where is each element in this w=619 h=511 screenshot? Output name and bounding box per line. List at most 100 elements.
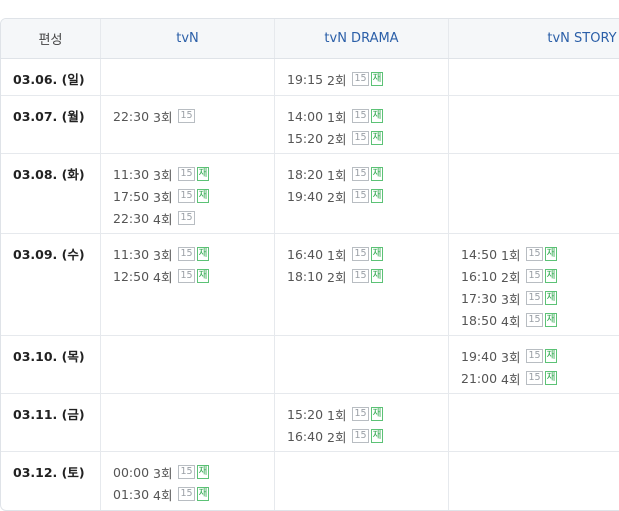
drama-cell [275,336,449,393]
broadcast-slot[interactable]: 19:15 2회 15 재 [287,68,448,90]
table-header: 편성 tvN tvN DRAMA tvN STORY [1,19,619,59]
slot-episode: 2회 [501,269,521,285]
age-rating-badge: 15 [178,167,195,181]
slot-time: 00:00 [113,464,150,480]
drama-cell: 14:00 1회 15 재 15:20 2회 15 재 [275,96,449,153]
slot-time: 22:30 [113,210,150,226]
age-rating-badge: 15 [352,429,369,443]
slot-time: 19:15 [287,71,324,87]
broadcast-slot[interactable]: 22:30 3회 15 [113,105,274,127]
age-rating-badge: 15 [178,109,195,123]
rerun-badge: 재 [370,167,384,181]
rerun-badge: 재 [370,407,384,421]
age-rating-badge: 15 [352,407,369,421]
broadcast-slot[interactable]: 15:20 2회 15 재 [287,127,448,149]
slot-time: 15:20 [287,406,324,422]
date-cell: 03.10. (목) [1,336,101,393]
slot-time: 22:30 [113,108,150,124]
slot-episode: 3회 [153,465,173,481]
header-schedule: 편성 [1,19,101,58]
rerun-badge: 재 [370,247,384,261]
age-rating-badge: 15 [526,349,543,363]
age-rating-badge: 15 [352,72,369,86]
tvn-cell: 22:30 3회 15 [101,96,275,153]
slot-episode: 3회 [153,109,173,125]
slot-episode: 4회 [153,269,173,285]
slot-time: 17:30 [461,290,498,306]
drama-cell [275,452,449,510]
date-cell: 03.11. (금) [1,394,101,451]
date-cell: 03.07. (월) [1,96,101,153]
broadcast-slot[interactable]: 17:30 3회 15 재 [461,287,619,309]
broadcast-schedule-table: 편성 tvN tvN DRAMA tvN STORY 03.06. (일) 19:… [0,18,619,511]
broadcast-slot[interactable]: 01:30 4회 15 재 [113,483,274,505]
slot-episode: 3회 [501,349,521,365]
age-rating-badge: 15 [352,189,369,203]
slot-episode: 1회 [501,247,521,263]
slot-time: 16:40 [287,246,324,262]
age-rating-badge: 15 [352,247,369,261]
broadcast-slot[interactable]: 18:10 2회 15 재 [287,265,448,287]
slot-time: 16:40 [287,428,324,444]
slot-time: 14:00 [287,108,324,124]
broadcast-slot[interactable]: 16:40 2회 15 재 [287,425,448,447]
broadcast-slot[interactable]: 17:50 3회 15 재 [113,185,274,207]
drama-cell: 16:40 1회 15 재 18:10 2회 15 재 [275,234,449,335]
broadcast-slot[interactable]: 12:50 4회 15 재 [113,265,274,287]
header-tvn: tvN [101,19,275,58]
broadcast-slot[interactable]: 19:40 3회 15 재 [461,345,619,367]
slot-episode: 3회 [153,167,173,183]
story-cell [449,96,619,153]
story-cell: 19:40 3회 15 재 21:00 4회 15 재 [449,336,619,393]
slot-episode: 1회 [327,167,347,183]
tvn-cell [101,336,275,393]
slot-episode: 3회 [501,291,521,307]
age-rating-badge: 15 [178,487,195,501]
slot-time: 18:50 [461,312,498,328]
age-rating-badge: 15 [352,109,369,123]
rerun-badge: 재 [370,269,384,283]
age-rating-badge: 15 [526,291,543,305]
slot-episode: 1회 [327,407,347,423]
broadcast-slot[interactable]: 11:30 3회 15 재 [113,243,274,265]
tvn-cell: 11:30 3회 15 재 12:50 4회 15 재 [101,234,275,335]
slot-episode: 2회 [327,269,347,285]
table-row: 03.11. (금) 15:20 1회 15 재 16:40 2회 15 재 [1,394,619,452]
broadcast-slot[interactable]: 14:00 1회 15 재 [287,105,448,127]
age-rating-badge: 15 [526,247,543,261]
rerun-badge: 재 [370,72,384,86]
rerun-badge: 재 [544,371,558,385]
rerun-badge: 재 [370,189,384,203]
rerun-badge: 재 [370,131,384,145]
broadcast-slot[interactable]: 14:50 1회 15 재 [461,243,619,265]
slot-time: 12:50 [113,268,150,284]
table-row: 03.08. (화) 11:30 3회 15 재 17:50 3회 15 재 22:30 4회 15 1… [1,154,619,234]
age-rating-badge: 15 [526,313,543,327]
rerun-badge: 재 [544,269,558,283]
slot-episode: 4회 [501,313,521,329]
broadcast-slot[interactable]: 22:30 4회 15 [113,207,274,229]
broadcast-slot[interactable]: 11:30 3회 15 재 [113,163,274,185]
table-row: 03.06. (일) 19:15 2회 15 재 [1,59,619,96]
broadcast-slot[interactable]: 15:20 1회 15 재 [287,403,448,425]
drama-cell: 19:15 2회 15 재 [275,59,449,95]
drama-cell: 18:20 1회 15 재 19:40 2회 15 재 [275,154,449,233]
slot-time: 19:40 [287,188,324,204]
slot-time: 21:00 [461,370,498,386]
table-row: 03.10. (목) 19:40 3회 15 재 21:00 4회 15 재 [1,336,619,394]
slot-episode: 2회 [327,131,347,147]
date-cell: 03.06. (일) [1,59,101,95]
age-rating-badge: 15 [178,211,195,225]
slot-episode: 2회 [327,72,347,88]
broadcast-slot[interactable]: 19:40 2회 15 재 [287,185,448,207]
slot-time: 18:10 [287,268,324,284]
broadcast-slot[interactable]: 21:00 4회 15 재 [461,367,619,389]
broadcast-slot[interactable]: 18:20 1회 15 재 [287,163,448,185]
broadcast-slot[interactable]: 16:10 2회 15 재 [461,265,619,287]
broadcast-slot[interactable]: 00:00 3회 15 재 [113,461,274,483]
broadcast-slot[interactable]: 18:50 4회 15 재 [461,309,619,331]
slot-time: 11:30 [113,166,150,182]
rerun-badge: 재 [196,167,210,181]
rerun-badge: 재 [370,109,384,123]
broadcast-slot[interactable]: 16:40 1회 15 재 [287,243,448,265]
